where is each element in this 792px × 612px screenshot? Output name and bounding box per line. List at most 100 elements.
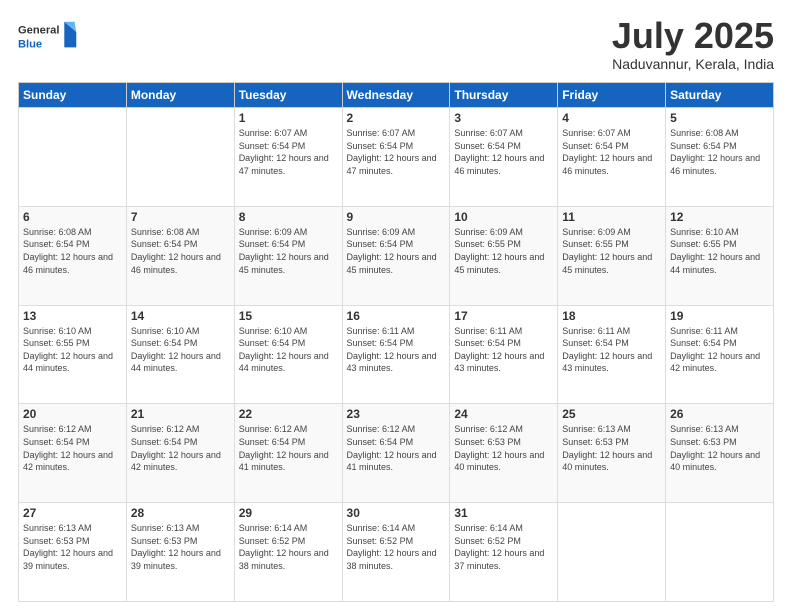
cell-info: Sunrise: 6:13 AM Sunset: 6:53 PM Dayligh… [562,423,661,473]
col-wednesday: Wednesday [342,83,450,108]
table-row [666,503,774,602]
calendar-table: Sunday Monday Tuesday Wednesday Thursday… [18,82,774,602]
logo: General Blue [18,18,78,58]
cell-info: Sunrise: 6:14 AM Sunset: 6:52 PM Dayligh… [239,522,338,572]
cell-info: Sunrise: 6:12 AM Sunset: 6:54 PM Dayligh… [347,423,446,473]
svg-text:General: General [18,25,59,37]
day-number: 20 [23,407,122,421]
cell-info: Sunrise: 6:12 AM Sunset: 6:53 PM Dayligh… [454,423,553,473]
cell-info: Sunrise: 6:13 AM Sunset: 6:53 PM Dayligh… [131,522,230,572]
cell-info: Sunrise: 6:08 AM Sunset: 6:54 PM Dayligh… [670,127,769,177]
table-row: 2 Sunrise: 6:07 AM Sunset: 6:54 PM Daylig… [342,108,450,207]
calendar-week-row: 6 Sunrise: 6:08 AM Sunset: 6:54 PM Daylig… [19,206,774,305]
day-number: 14 [131,309,230,323]
day-number: 17 [454,309,553,323]
cell-info: Sunrise: 6:10 AM Sunset: 6:54 PM Dayligh… [239,325,338,375]
cell-info: Sunrise: 6:09 AM Sunset: 6:55 PM Dayligh… [454,226,553,276]
table-row: 17 Sunrise: 6:11 AM Sunset: 6:54 PM Dayli… [450,305,558,404]
calendar-week-row: 20 Sunrise: 6:12 AM Sunset: 6:54 PM Dayli… [19,404,774,503]
col-tuesday: Tuesday [234,83,342,108]
table-row: 1Sunrise: 6:07 AM Sunset: 6:54 PM Daylig… [234,108,342,207]
day-number: 3 [454,111,553,125]
day-number: 12 [670,210,769,224]
day-number: 27 [23,506,122,520]
calendar-header-row: Sunday Monday Tuesday Wednesday Thursday… [19,83,774,108]
cell-info: Sunrise: 6:09 AM Sunset: 6:54 PM Dayligh… [239,226,338,276]
table-row: 15Sunrise: 6:10 AM Sunset: 6:54 PM Dayli… [234,305,342,404]
cell-info: Sunrise: 6:13 AM Sunset: 6:53 PM Dayligh… [670,423,769,473]
day-number: 13 [23,309,122,323]
table-row [126,108,234,207]
table-row: 9 Sunrise: 6:09 AM Sunset: 6:54 PM Daylig… [342,206,450,305]
day-number: 28 [131,506,230,520]
cell-info: Sunrise: 6:10 AM Sunset: 6:55 PM Dayligh… [23,325,122,375]
day-number: 9 [347,210,446,224]
cell-info: Sunrise: 6:09 AM Sunset: 6:54 PM Dayligh… [347,226,446,276]
logo-svg: General Blue [18,18,78,58]
cell-info: Sunrise: 6:10 AM Sunset: 6:55 PM Dayligh… [670,226,769,276]
cell-info: Sunrise: 6:08 AM Sunset: 6:54 PM Dayligh… [23,226,122,276]
day-number: 6 [23,210,122,224]
table-row: 16 Sunrise: 6:11 AM Sunset: 6:54 PM Dayli… [342,305,450,404]
table-row: 25Sunrise: 6:13 AM Sunset: 6:53 PM Dayli… [558,404,666,503]
day-number: 2 [347,111,446,125]
table-row: 23 Sunrise: 6:12 AM Sunset: 6:54 PM Dayli… [342,404,450,503]
table-row [19,108,127,207]
day-number: 18 [562,309,661,323]
table-row: 29Sunrise: 6:14 AM Sunset: 6:52 PM Dayli… [234,503,342,602]
location: Naduvannur, Kerala, India [612,56,774,72]
table-row: 24Sunrise: 6:12 AM Sunset: 6:53 PM Dayli… [450,404,558,503]
day-number: 19 [670,309,769,323]
table-row: 27 Sunrise: 6:13 AM Sunset: 6:53 PM Dayli… [19,503,127,602]
table-row: 30Sunrise: 6:14 AM Sunset: 6:52 PM Dayli… [342,503,450,602]
table-row: 10 Sunrise: 6:09 AM Sunset: 6:55 PM Dayli… [450,206,558,305]
day-number: 4 [562,111,661,125]
calendar-week-row: 27 Sunrise: 6:13 AM Sunset: 6:53 PM Dayli… [19,503,774,602]
table-row [558,503,666,602]
table-row: 7 Sunrise: 6:08 AM Sunset: 6:54 PM Daylig… [126,206,234,305]
cell-info: Sunrise: 6:14 AM Sunset: 6:52 PM Dayligh… [454,522,553,572]
cell-info: Sunrise: 6:11 AM Sunset: 6:54 PM Dayligh… [347,325,446,375]
table-row: 20 Sunrise: 6:12 AM Sunset: 6:54 PM Dayli… [19,404,127,503]
col-thursday: Thursday [450,83,558,108]
table-row: 14 Sunrise: 6:10 AM Sunset: 6:54 PM Dayli… [126,305,234,404]
cell-info: Sunrise: 6:10 AM Sunset: 6:54 PM Dayligh… [131,325,230,375]
cell-info: Sunrise: 6:09 AM Sunset: 6:55 PM Dayligh… [562,226,661,276]
cell-info: Sunrise: 6:11 AM Sunset: 6:54 PM Dayligh… [562,325,661,375]
table-row: 3Sunrise: 6:07 AM Sunset: 6:54 PM Daylig… [450,108,558,207]
day-number: 21 [131,407,230,421]
svg-text:Blue: Blue [18,38,42,50]
col-saturday: Saturday [666,83,774,108]
cell-info: Sunrise: 6:07 AM Sunset: 6:54 PM Dayligh… [239,127,338,177]
table-row: 22Sunrise: 6:12 AM Sunset: 6:54 PM Dayli… [234,404,342,503]
table-row: 13 Sunrise: 6:10 AM Sunset: 6:55 PM Dayli… [19,305,127,404]
calendar-week-row: 1Sunrise: 6:07 AM Sunset: 6:54 PM Daylig… [19,108,774,207]
table-row: 11Sunrise: 6:09 AM Sunset: 6:55 PM Dayli… [558,206,666,305]
cell-info: Sunrise: 6:08 AM Sunset: 6:54 PM Dayligh… [131,226,230,276]
month-title: July 2025 [612,18,774,54]
day-number: 31 [454,506,553,520]
title-block: July 2025 Naduvannur, Kerala, India [612,18,774,72]
day-number: 5 [670,111,769,125]
cell-info: Sunrise: 6:12 AM Sunset: 6:54 PM Dayligh… [23,423,122,473]
day-number: 23 [347,407,446,421]
day-number: 22 [239,407,338,421]
day-number: 26 [670,407,769,421]
cell-info: Sunrise: 6:12 AM Sunset: 6:54 PM Dayligh… [131,423,230,473]
table-row: 12 Sunrise: 6:10 AM Sunset: 6:55 PM Dayli… [666,206,774,305]
day-number: 7 [131,210,230,224]
cell-info: Sunrise: 6:13 AM Sunset: 6:53 PM Dayligh… [23,522,122,572]
table-row: 18 Sunrise: 6:11 AM Sunset: 6:54 PM Dayli… [558,305,666,404]
day-number: 16 [347,309,446,323]
day-number: 8 [239,210,338,224]
table-row: 5 Sunrise: 6:08 AM Sunset: 6:54 PM Daylig… [666,108,774,207]
cell-info: Sunrise: 6:11 AM Sunset: 6:54 PM Dayligh… [454,325,553,375]
table-row: 21 Sunrise: 6:12 AM Sunset: 6:54 PM Dayli… [126,404,234,503]
col-friday: Friday [558,83,666,108]
table-row: 31 Sunrise: 6:14 AM Sunset: 6:52 PM Dayli… [450,503,558,602]
day-number: 10 [454,210,553,224]
cell-info: Sunrise: 6:07 AM Sunset: 6:54 PM Dayligh… [347,127,446,177]
header: General Blue July 2025 Naduvannur, Keral… [18,18,774,72]
cell-info: Sunrise: 6:11 AM Sunset: 6:54 PM Dayligh… [670,325,769,375]
cell-info: Sunrise: 6:07 AM Sunset: 6:54 PM Dayligh… [562,127,661,177]
